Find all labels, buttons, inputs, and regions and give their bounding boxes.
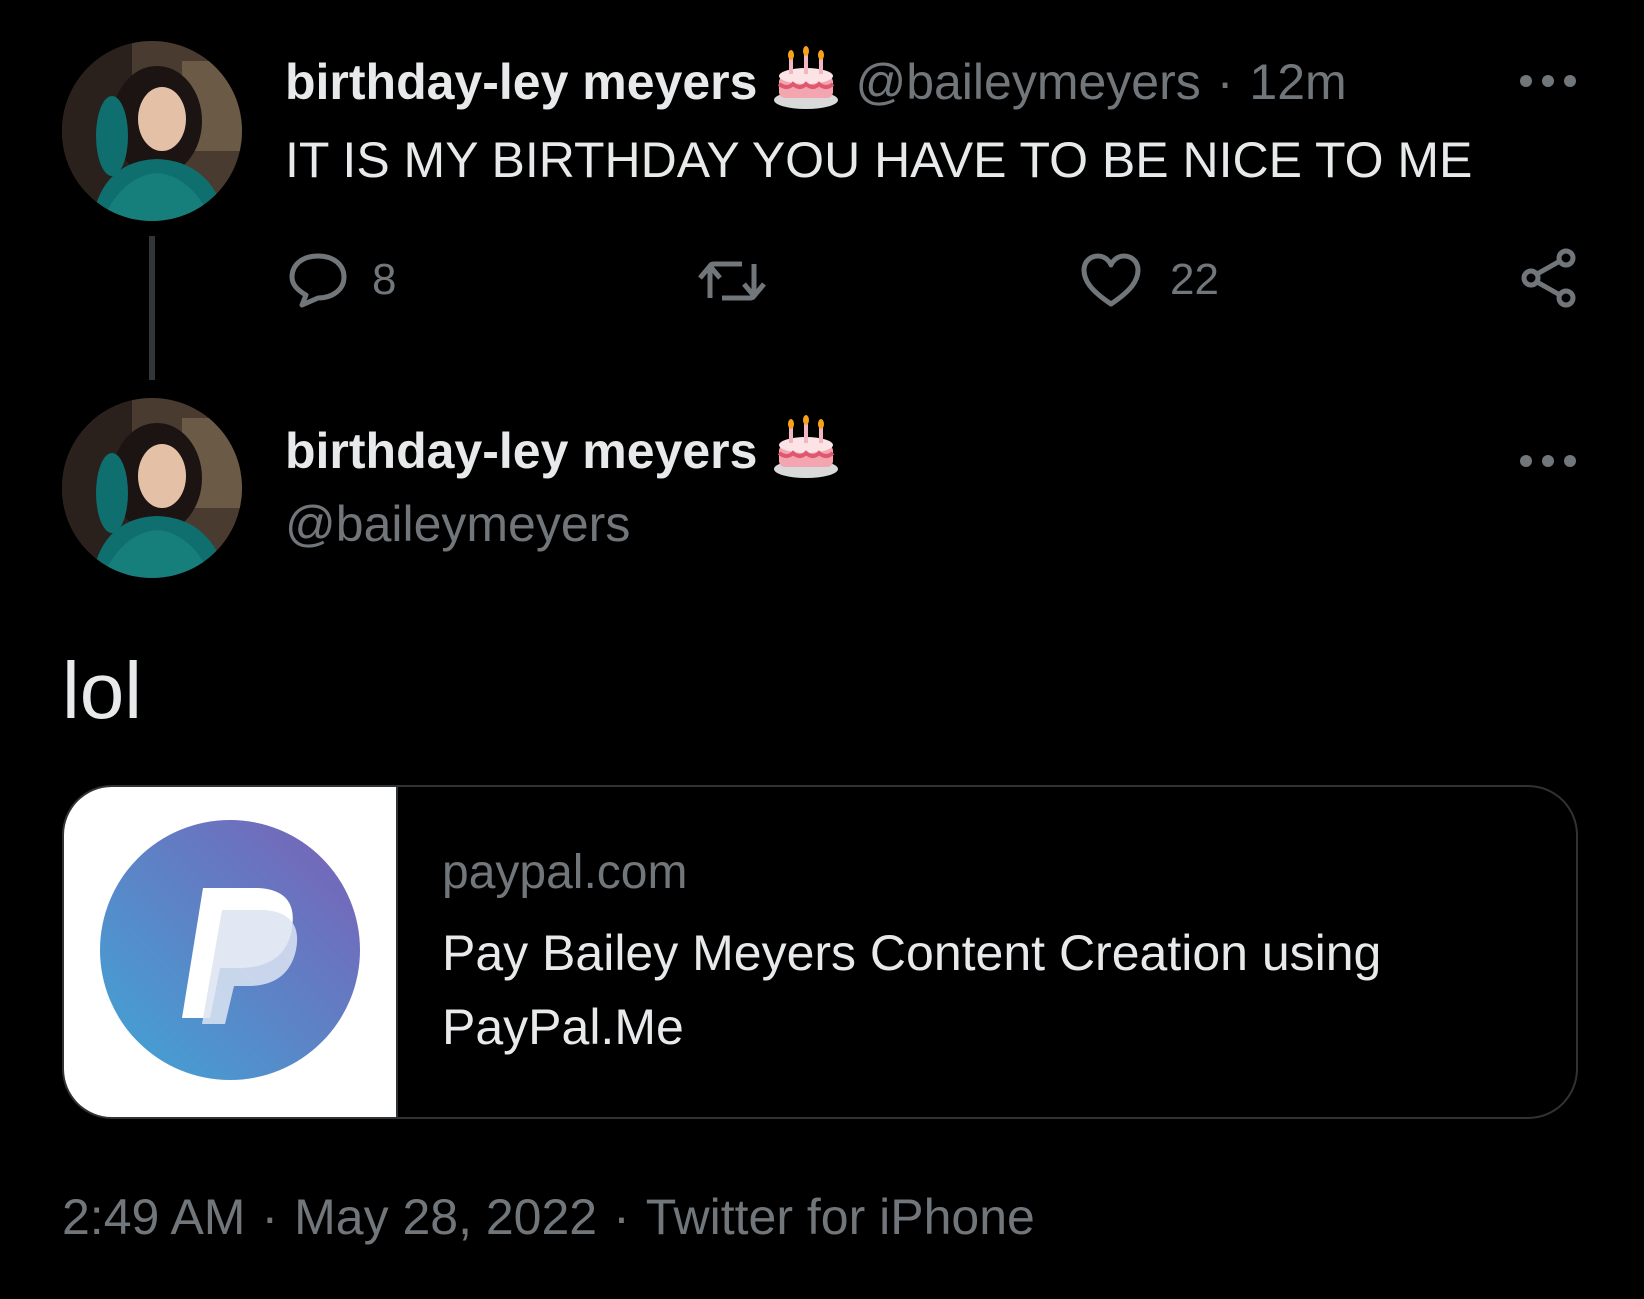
like-button[interactable]: 22 bbox=[1080, 252, 1219, 308]
tweet-text: IT IS MY BIRTHDAY YOU HAVE TO BE NICE TO… bbox=[285, 132, 1473, 188]
link-preview-card[interactable]: paypal.com Pay Bailey Meyers Content Cre… bbox=[62, 785, 1578, 1119]
birthday-cake-icon bbox=[773, 415, 839, 486]
separator-dot: · bbox=[261, 1189, 279, 1245]
tweet-time[interactable]: 2:49 AM bbox=[62, 1188, 245, 1246]
share-icon bbox=[1520, 248, 1578, 308]
reply-button[interactable]: 8 bbox=[288, 252, 396, 308]
avatar[interactable] bbox=[62, 398, 242, 578]
timestamp[interactable]: 12m bbox=[1249, 53, 1346, 111]
more-options-button[interactable] bbox=[1518, 56, 1578, 101]
handle[interactable]: @baileymeyers bbox=[855, 53, 1200, 111]
reply-count: 8 bbox=[372, 255, 397, 304]
paypal-logo bbox=[98, 818, 362, 1087]
thread-connector-line bbox=[149, 236, 155, 380]
card-domain: paypal.com bbox=[442, 846, 688, 899]
more-options-button[interactable] bbox=[1518, 436, 1578, 481]
heart-icon bbox=[1080, 252, 1142, 308]
like-count: 22 bbox=[1170, 255, 1219, 304]
display-name[interactable]: birthday-ley meyers bbox=[285, 53, 757, 111]
card-thumbnail bbox=[64, 787, 398, 1117]
birthday-cake-icon bbox=[773, 46, 839, 117]
tweet-source[interactable]: Twitter for iPhone bbox=[646, 1188, 1035, 1246]
card-title: Pay Bailey Meyers Content Creation using… bbox=[442, 925, 1382, 1055]
display-name[interactable]: birthday-ley meyers bbox=[285, 422, 757, 480]
tweet-text: lol bbox=[62, 646, 143, 735]
share-button[interactable] bbox=[1520, 248, 1578, 308]
avatar[interactable] bbox=[62, 41, 242, 221]
reply-icon bbox=[288, 252, 348, 308]
retweet-icon bbox=[696, 256, 768, 306]
separator-dot: · bbox=[1216, 53, 1234, 110]
retweet-button[interactable] bbox=[696, 256, 768, 306]
handle[interactable]: @baileymeyers bbox=[285, 495, 630, 553]
tweet-date[interactable]: May 28, 2022 bbox=[294, 1188, 597, 1246]
separator-dot: · bbox=[613, 1189, 630, 1245]
